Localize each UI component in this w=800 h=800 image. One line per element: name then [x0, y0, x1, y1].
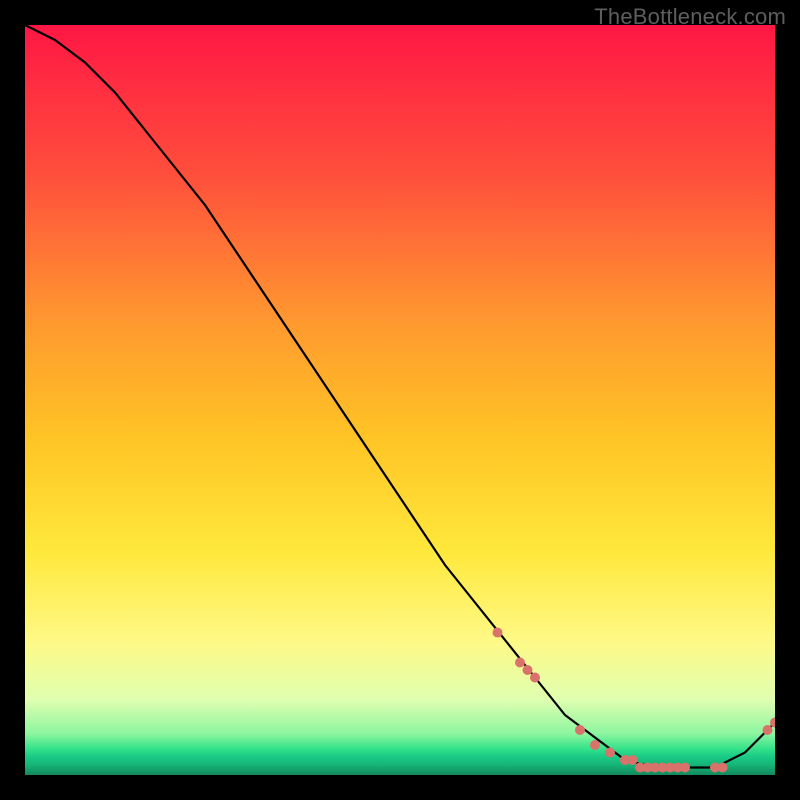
data-point — [590, 740, 600, 750]
data-point — [515, 658, 525, 668]
data-point — [523, 665, 533, 675]
chart-svg — [25, 25, 775, 775]
chart-root: TheBottleneck.com — [0, 0, 800, 800]
data-point — [575, 725, 585, 735]
data-point — [628, 755, 638, 765]
data-point — [680, 763, 690, 773]
data-point — [530, 673, 540, 683]
data-point — [718, 763, 728, 773]
watermark-text: TheBottleneck.com — [594, 4, 786, 30]
data-point — [605, 748, 615, 758]
data-point — [493, 628, 503, 638]
plot-area — [25, 25, 775, 775]
gradient-background — [25, 25, 775, 775]
data-point — [763, 725, 773, 735]
